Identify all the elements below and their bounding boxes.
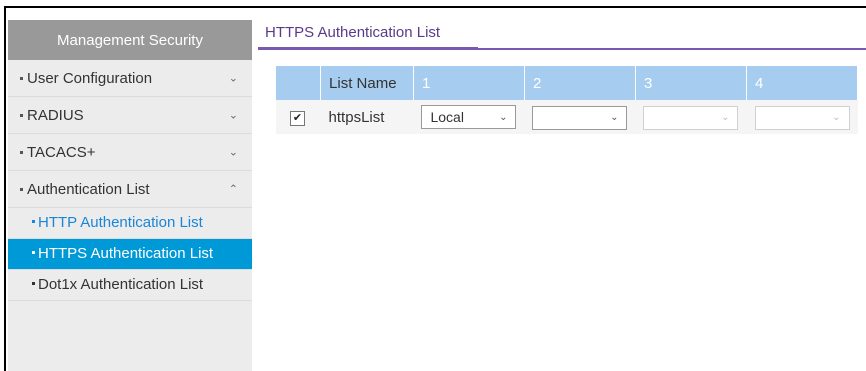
method-4-select[interactable]: ⌄ — [754, 105, 850, 130]
method-1-cell: Local ⌄ — [413, 100, 525, 134]
bullet-icon — [32, 250, 35, 254]
authentication-list-table: List Name 1 2 3 4 ✔ httpsList Local ⌄ ⌄ — [276, 66, 858, 134]
chevron-down-icon: ⌄ — [832, 112, 841, 123]
sidebar-subitem-label: Dot1x Authentication List — [38, 276, 204, 293]
sidebar-subitem-label: HTTP Authentication List — [38, 214, 203, 231]
column-header-2: 2 — [524, 66, 636, 100]
chevron-down-icon[interactable]: ⌄ — [229, 146, 238, 159]
bullet-icon — [32, 281, 35, 285]
bullet-icon — [20, 76, 23, 80]
sidebar-item-tacacs[interactable]: TACACS+ ⌄ — [8, 134, 252, 171]
method-2-select[interactable]: ⌄ — [532, 105, 628, 130]
row-select-cell: ✔ — [276, 100, 321, 134]
method-2-cell: ⌄ — [524, 100, 636, 134]
page-title: HTTPS Authentication List — [265, 24, 441, 41]
sidebar-item-label: Authentication List — [27, 180, 150, 198]
method-4-cell: ⌄ — [746, 100, 858, 134]
sidebar-header: Management Security — [8, 20, 252, 60]
chevron-down-icon[interactable]: ⌄ — [229, 72, 238, 85]
chevron-up-icon[interactable]: ⌃ — [229, 183, 238, 196]
chevron-down-icon: ⌄ — [721, 112, 730, 123]
sidebar-subitem-label: HTTPS Authentication List — [38, 245, 214, 262]
sidebar-item-label: User Configuration — [27, 69, 153, 87]
column-header-list-name: List Name — [320, 66, 414, 100]
column-header-3: 3 — [635, 66, 748, 100]
sidebar-subitem-https-authentication-list[interactable]: HTTPS Authentication List — [8, 239, 252, 270]
chevron-down-icon: ⌄ — [610, 112, 619, 123]
method-1-value: Local — [430, 109, 464, 125]
sidebar: Management Security User Configuration ⌄… — [8, 20, 252, 371]
chevron-down-icon: ⌄ — [499, 111, 508, 123]
sidebar-item-authentication-list[interactable]: Authentication List ⌃ — [8, 171, 252, 208]
row-checkbox[interactable]: ✔ — [290, 111, 305, 126]
column-header-1: 1 — [413, 66, 525, 100]
sidebar-item-label: TACACS+ — [27, 143, 96, 161]
table-header-row: List Name 1 2 3 4 — [276, 66, 858, 100]
sidebar-subitem-dot1x-authentication-list[interactable]: Dot1x Authentication List — [8, 270, 252, 301]
column-header-select — [276, 66, 322, 100]
method-3-select[interactable]: ⌄ — [643, 105, 739, 130]
chevron-down-icon[interactable]: ⌄ — [229, 109, 238, 122]
title-underline — [258, 47, 478, 50]
list-name-cell: httpsList — [320, 100, 414, 134]
sidebar-item-user-configuration[interactable]: User Configuration ⌄ — [8, 60, 252, 97]
bullet-icon — [20, 113, 23, 117]
table-row: ✔ httpsList Local ⌄ ⌄ ⌄ ⌄ — [276, 100, 858, 134]
method-3-cell: ⌄ — [635, 100, 747, 134]
sidebar-subitem-http-authentication-list[interactable]: HTTP Authentication List — [8, 208, 252, 239]
column-header-4: 4 — [746, 66, 858, 100]
checkmark-icon: ✔ — [292, 112, 303, 124]
sidebar-item-radius[interactable]: RADIUS ⌄ — [8, 97, 252, 134]
bullet-icon — [20, 187, 23, 191]
bullet-icon — [20, 150, 23, 154]
bullet-icon — [32, 219, 35, 223]
method-1-select[interactable]: Local ⌄ — [421, 105, 517, 129]
sidebar-item-label: RADIUS — [27, 106, 84, 124]
